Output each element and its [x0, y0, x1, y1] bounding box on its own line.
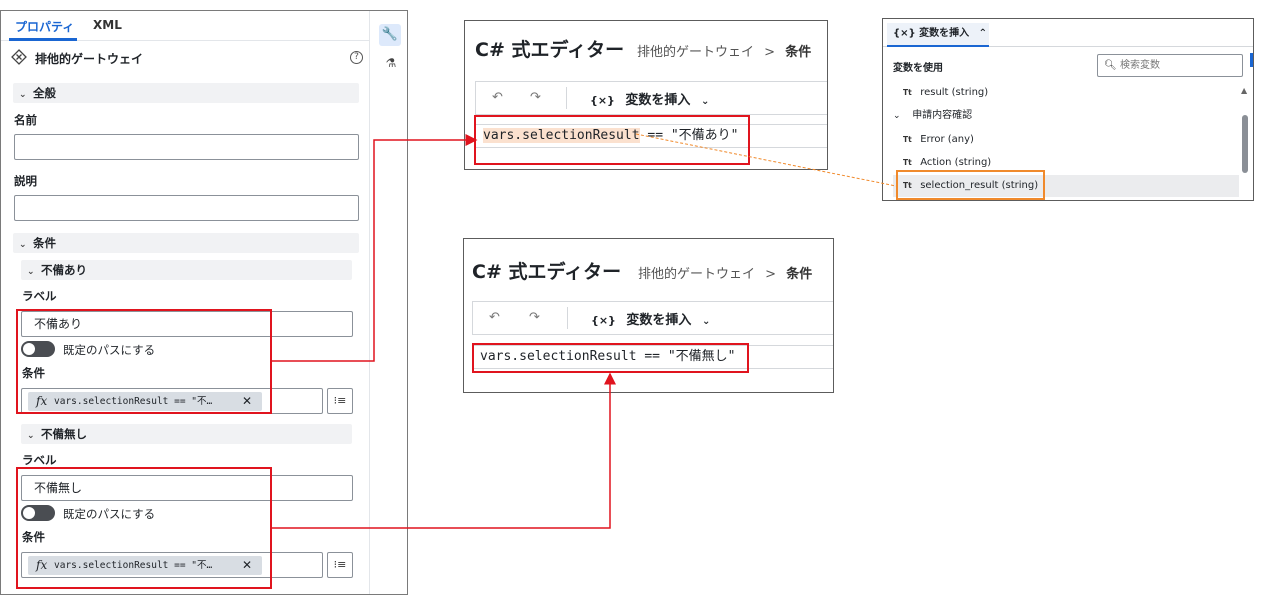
variable-icon: {×} [591, 314, 616, 327]
section-general[interactable]: ⌄ 全般 [13, 83, 359, 103]
chevron-down-icon: ⌄ [27, 431, 35, 441]
variable-item-error[interactable]: Tt Error (any) [893, 129, 1239, 151]
search-input[interactable]: 🔍︎ 検索変数 [1097, 54, 1243, 77]
chevron-down-icon: ⌄ [701, 316, 711, 327]
highlight-box-selection-result [896, 170, 1045, 200]
flask-icon[interactable]: ⚗ [382, 54, 400, 72]
tab-properties[interactable]: プロパティ [15, 18, 74, 35]
branch-label-caption: ラベル [22, 289, 57, 303]
string-type-icon: Tt [903, 135, 912, 144]
use-variable-label: 変数を使用 [893, 63, 943, 74]
highlight-box-branch-1 [16, 309, 272, 414]
picker-header: {×} 変数を挿入 ⌃ [883, 19, 1253, 47]
chevron-down-icon: ⌄ [27, 267, 35, 277]
chevron-up-icon: ⌃ [978, 28, 987, 39]
description-label: 説明 [14, 174, 37, 188]
wrench-icon[interactable]: 🔧 [379, 24, 401, 46]
editor-toolbar: ↶ ↷ {×} 変数を挿入 ⌄ [472, 301, 833, 335]
search-placeholder: 検索変数 [1120, 60, 1160, 71]
tab-xml[interactable]: XML [93, 18, 122, 32]
toolbar-divider [566, 87, 567, 109]
description-field[interactable] [14, 195, 359, 221]
gateway-header: 排他的ゲートウェイ ? [11, 49, 363, 69]
undo-icon[interactable]: ↶ [489, 310, 500, 325]
redo-icon[interactable]: ↷ [529, 310, 540, 325]
branch-label-caption: ラベル [22, 453, 57, 467]
string-type-icon: Tt [903, 88, 912, 97]
insert-variable-button[interactable]: {×} 変数を挿入 ⌄ [590, 89, 709, 108]
search-icon: 🔍︎ [1104, 60, 1117, 71]
editor-toolbar: ↶ ↷ {×} 変数を挿入 ⌄ [475, 81, 827, 115]
exclusive-gateway-icon [11, 49, 27, 65]
toolbar-divider [567, 307, 568, 329]
chevron-down-icon: ⌄ [700, 96, 710, 107]
variable-group[interactable]: ⌄ 申請内容確認 [893, 105, 1239, 127]
breadcrumb-current: 条件 [786, 267, 813, 282]
panel-tabs: プロパティ XML [1, 11, 369, 41]
highlight-box-top-code [474, 115, 750, 165]
name-label: 名前 [14, 113, 37, 127]
insert-variable-tab[interactable]: {×} 変数を挿入 ⌃ [887, 23, 989, 47]
undo-icon[interactable]: ↶ [492, 90, 503, 105]
breadcrumb: 排他的ゲートウェイ > 条件 [638, 263, 812, 282]
breadcrumb: 排他的ゲートウェイ > 条件 [637, 41, 811, 60]
active-tab-indicator [9, 38, 77, 41]
breadcrumb-separator: > [765, 267, 777, 282]
accent-edge [1250, 53, 1253, 67]
breadcrumb-parent[interactable]: 排他的ゲートウェイ [637, 45, 754, 60]
branch-header-2[interactable]: ⌄ 不備無し [21, 424, 352, 444]
chevron-down-icon: ⌄ [893, 111, 901, 121]
breadcrumb-separator: > [764, 45, 776, 60]
edit-condition-button[interactable]: ⁝≡ [327, 388, 353, 414]
question-circle-icon[interactable]: ? [350, 51, 363, 64]
scrollbar-thumb[interactable] [1242, 115, 1248, 173]
highlight-box-bottom-code [472, 343, 749, 373]
chevron-down-icon: ⌄ [19, 90, 27, 100]
scroll-up-icon[interactable]: ▲ [1241, 86, 1247, 95]
variable-item-result[interactable]: Tt result (string) [893, 82, 1239, 104]
insert-variable-button[interactable]: {×} 変数を挿入 ⌄ [591, 309, 710, 328]
variable-icon: {×} [590, 94, 615, 107]
breadcrumb-current: 条件 [785, 45, 812, 60]
name-field[interactable] [14, 134, 359, 160]
edit-condition-button[interactable]: ⁝≡ [327, 552, 353, 578]
breadcrumb-parent[interactable]: 排他的ゲートウェイ [638, 267, 755, 282]
redo-icon[interactable]: ↷ [530, 90, 541, 105]
panel-divider [369, 11, 370, 594]
gateway-title: 排他的ゲートウェイ [35, 52, 144, 66]
chevron-down-icon: ⌄ [19, 240, 27, 250]
highlight-box-branch-2 [16, 467, 272, 589]
editor-title: C# 式エディター [472, 261, 622, 283]
section-conditions[interactable]: ⌄ 条件 [13, 233, 359, 253]
branch-header-1[interactable]: ⌄ 不備あり [21, 260, 352, 280]
editor-title: C# 式エディター [475, 39, 625, 61]
